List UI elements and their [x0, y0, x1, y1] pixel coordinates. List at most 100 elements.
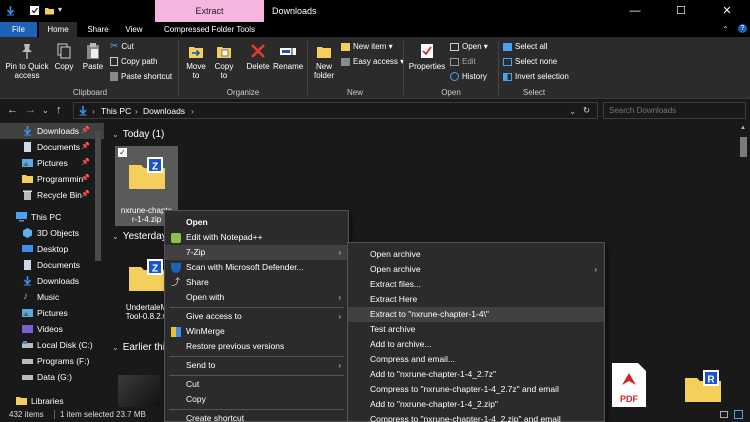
nav-item-this-pc[interactable]: This PC — [0, 209, 104, 225]
nav-item-libraries[interactable]: Libraries — [0, 393, 104, 407]
copy-button[interactable]: Copy — [52, 42, 76, 71]
submenu-item-open-archive[interactable]: Open archive — [348, 247, 604, 262]
menu-item-copy[interactable]: Copy — [165, 392, 348, 407]
maximize-button[interactable]: ☐ — [658, 0, 704, 22]
nav-item-recycle-bin[interactable]: Recycle Bin 📌 — [0, 187, 104, 203]
menu-item-cut[interactable]: Cut — [165, 377, 348, 392]
file-tile-rar[interactable]: R — [678, 363, 730, 407]
submenu-item-test-archive[interactable]: Test archive — [348, 322, 604, 337]
tab-home[interactable]: Home — [39, 22, 77, 37]
menu-item-share[interactable]: ⤴ Share — [165, 275, 348, 290]
up-arrow-icon[interactable]: ↑ — [56, 104, 62, 116]
selection-checkbox-icon[interactable]: ✓ — [118, 148, 127, 157]
new-folder-icon[interactable] — [44, 5, 55, 16]
nav-item-downloads[interactable]: Downloads — [0, 273, 104, 289]
submenu-item-compress-7z-email[interactable]: Compress to "nxrune-chapter-1-4_2.7z" an… — [348, 382, 604, 397]
group-header-earlier[interactable]: ⌄ Earlier thi — [112, 342, 165, 353]
breadcrumb-this-pc[interactable]: This PC — [101, 106, 131, 116]
new-folder-button[interactable]: New folder — [311, 42, 337, 80]
cut-button[interactable]: ✂ Cut — [110, 40, 134, 54]
easy-access-button[interactable]: Easy access ▾ — [341, 55, 404, 69]
submenu-item-compress-email[interactable]: Compress and email... — [348, 352, 604, 367]
properties-check-icon[interactable] — [29, 5, 40, 16]
paste-shortcut-button[interactable]: Paste shortcut — [110, 70, 172, 84]
delete-button[interactable]: Delete — [244, 42, 272, 71]
move-to-button[interactable]: Move to — [184, 42, 208, 80]
help-icon[interactable]: ? — [738, 24, 747, 33]
new-item-button[interactable]: New item ▾ — [341, 40, 393, 54]
nav-item-music[interactable]: ♪ Music — [0, 289, 104, 305]
address-dropdown-icon[interactable]: ⌄ — [569, 106, 576, 117]
minimize-button[interactable]: — — [612, 0, 658, 22]
vertical-scrollbar[interactable]: ▲ — [737, 123, 750, 407]
menu-item-scan-defender[interactable]: Scan with Microsoft Defender... — [165, 260, 348, 275]
nav-item-videos[interactable]: Videos — [0, 321, 104, 337]
menu-item-create-shortcut[interactable]: Create shortcut — [165, 411, 348, 422]
sidebar-scrollbar[interactable] — [95, 131, 101, 261]
ribbon-collapse-icon[interactable]: ⌃ — [722, 25, 729, 34]
menu-item-send-to[interactable]: Send to › — [165, 358, 348, 373]
submenu-item-extract-files[interactable]: Extract files... — [348, 277, 604, 292]
nav-item-programs-f[interactable]: Programs (F:) — [0, 353, 104, 369]
details-view-icon[interactable] — [720, 411, 728, 418]
submenu-item-add-to-7z[interactable]: Add to "nxrune-chapter-1-4_2.7z" — [348, 367, 604, 382]
close-button[interactable]: ✕ — [704, 0, 750, 22]
menu-item-winmerge[interactable]: WinMerge — [165, 324, 348, 339]
submenu-item-compress-zip-email[interactable]: Compress to "nxrune-chapter-1-4_2.zip" a… — [348, 412, 604, 422]
nav-item-desktop[interactable]: Desktop — [0, 241, 104, 257]
scroll-up-icon[interactable]: ▲ — [740, 125, 746, 131]
tab-share[interactable]: Share — [80, 22, 116, 37]
paste-button[interactable]: Paste — [80, 42, 106, 71]
search-box[interactable] — [603, 102, 746, 119]
nav-item-pictures-quick[interactable]: Pictures 📌 — [0, 155, 104, 171]
nav-item-local-disk-c[interactable]: Local Disk (C:) — [0, 337, 104, 353]
properties-button[interactable]: Properties — [408, 42, 446, 71]
scrollbar-thumb[interactable] — [740, 137, 747, 157]
menu-item-edit-with-notepad[interactable]: Edit with Notepad++ — [165, 230, 348, 245]
file-tile-photo-thumbnail[interactable] — [115, 373, 167, 407]
breadcrumb-downloads[interactable]: Downloads — [143, 106, 185, 116]
down-arrow-icon[interactable] — [5, 5, 16, 16]
nav-item-documents[interactable]: Documents — [0, 257, 104, 273]
nav-item-documents-quick[interactable]: Documents 📌 — [0, 139, 104, 155]
submenu-item-add-to-archive[interactable]: Add to archive... — [348, 337, 604, 352]
submenu-item-add-to-zip[interactable]: Add to "nxrune-chapter-1-4_2.zip" — [348, 397, 604, 412]
menu-item-open-with[interactable]: Open with › — [165, 290, 348, 305]
nav-item-data-g[interactable]: Data (G:) — [0, 369, 104, 385]
tab-view[interactable]: View — [117, 22, 151, 37]
quick-access-dropdown-icon[interactable]: ▾ — [58, 5, 62, 14]
file-tile-pdf[interactable]: PDF — [604, 359, 656, 407]
group-header-today[interactable]: ⌄ Today (1) — [112, 129, 164, 140]
pin-to-quick-access-button[interactable]: Pin to Quick access — [3, 42, 51, 80]
invert-selection-button[interactable]: Invert selection — [503, 70, 569, 84]
edit-button[interactable]: Edit — [450, 55, 476, 69]
menu-item-restore-versions[interactable]: Restore previous versions — [165, 339, 348, 354]
refresh-icon[interactable]: ↻ — [583, 105, 590, 116]
history-button[interactable]: History — [450, 70, 487, 84]
select-all-button[interactable]: Select all — [503, 40, 547, 54]
group-header-yesterday[interactable]: ⌄ Yesterday — [112, 231, 167, 242]
nav-item-downloads-quick[interactable]: Downloads 📌 — [0, 123, 104, 139]
menu-item-open[interactable]: Open — [165, 215, 348, 230]
tab-file[interactable]: File — [0, 22, 37, 37]
submenu-item-open-archive-types[interactable]: Open archive › — [348, 262, 604, 277]
menu-item-7zip[interactable]: 7-Zip › — [165, 245, 348, 260]
rename-button[interactable]: Rename — [273, 42, 303, 71]
nav-item-3d-objects[interactable]: 3D Objects — [0, 225, 104, 241]
nav-item-pictures[interactable]: Pictures — [0, 305, 104, 321]
address-bar[interactable]: › This PC › Downloads › ⌄ ↻ — [73, 102, 598, 119]
select-none-button[interactable]: Select none — [503, 55, 557, 69]
recent-chevron-icon[interactable]: ⌄ — [42, 106, 49, 115]
menu-item-give-access[interactable]: Give access to › — [165, 309, 348, 324]
copy-path-button[interactable]: Copy path — [110, 55, 157, 69]
submenu-item-extract-here[interactable]: Extract Here — [348, 292, 604, 307]
submenu-item-extract-to-folder[interactable]: Extract to "nxrune-chapter-1-4\" — [348, 307, 604, 322]
context-tab-extract[interactable]: Extract — [155, 0, 264, 22]
search-input[interactable] — [604, 103, 745, 118]
nav-item-programming[interactable]: Programmin 📌 — [0, 171, 104, 187]
tab-compressed-folder-tools[interactable]: Compressed Folder Tools — [157, 22, 262, 37]
forward-arrow-icon[interactable]: → — [25, 104, 36, 116]
open-button[interactable]: Open ▾ — [450, 40, 488, 54]
back-arrow-icon[interactable]: ← — [7, 104, 18, 116]
large-icons-view-icon[interactable] — [734, 410, 743, 419]
